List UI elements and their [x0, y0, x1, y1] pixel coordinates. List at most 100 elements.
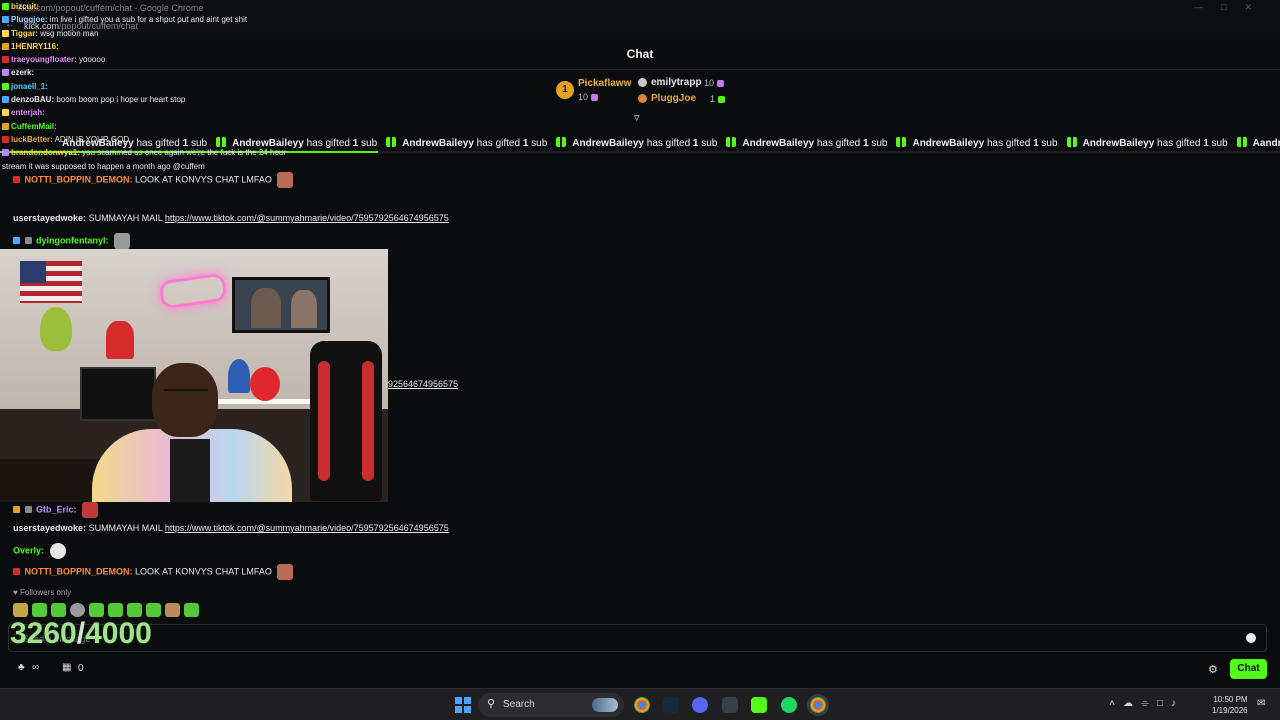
message-link[interactable]: https://www.tiktok.com/@summyahmarie/vid…: [165, 523, 449, 533]
app-icon[interactable]: [722, 697, 738, 713]
overlay-chat-row: denzoBAU: boom boom pop i hope ur heart …: [2, 93, 302, 106]
badge-icon: [2, 149, 9, 157]
message-username[interactable]: NOTTI_BOPPIN_DEMON:: [25, 174, 133, 184]
send-chat-button[interactable]: Chat: [1230, 659, 1267, 679]
overlay-text: ADIN IS YOUR GOD: [52, 134, 130, 144]
quick-emote-bar[interactable]: [13, 603, 199, 617]
ticker-username[interactable]: AndrewBaileyy: [742, 138, 814, 149]
emote-icon: [114, 233, 131, 249]
ticker-username[interactable]: AndrewBaileyy: [572, 138, 644, 149]
chat-message: userstayedwoke: SUMMAYAH MAIL https://ww…: [13, 213, 449, 223]
overlay-username: denzoBAU:: [11, 95, 55, 105]
leader-first-name[interactable]: Pickaflaww: [578, 78, 631, 89]
leader-third[interactable]: PluggJoe: [638, 93, 696, 104]
discord-icon[interactable]: [692, 697, 708, 713]
ticker-gift-item: AndrewBaileyy has gifted 1 sub: [1066, 137, 1228, 149]
overlay-username: ezerk:: [11, 68, 35, 78]
leader-second-name: emilytrapp: [651, 77, 702, 88]
ticker-count: 1: [863, 138, 869, 149]
overlay-chat-row: enterjah:: [2, 106, 302, 119]
message-username[interactable]: NOTTI_BOPPIN_DEMON:: [25, 566, 133, 576]
gem-icon: [717, 80, 725, 88]
ticker-username[interactable]: Aandre: [1253, 138, 1280, 149]
gem-icon: [718, 96, 726, 104]
chat-message: dyingonfentanyl:: [13, 233, 131, 249]
emoji-picker-icon[interactable]: [1246, 633, 1256, 643]
chat-message: Overly:: [13, 543, 66, 559]
overlay-chat-row: CuffemMail:: [2, 120, 302, 133]
badge-icon: [2, 109, 9, 117]
badge-icon: [2, 29, 9, 37]
emote-icon: [82, 502, 99, 518]
spotify-icon[interactable]: [781, 697, 797, 713]
message-username[interactable]: userstayedwoke:: [13, 523, 86, 533]
points-count: 0: [78, 663, 84, 674]
badge-icon: [2, 96, 9, 104]
og-badge-icon: [24, 506, 32, 514]
message-link[interactable]: 92564674956575: [388, 379, 458, 389]
taskbar-search[interactable]: ⚲ Search: [478, 693, 624, 717]
emote-icon[interactable]: [89, 603, 104, 617]
emote-icon[interactable]: [165, 603, 180, 617]
gift-icon: [556, 137, 567, 147]
gift-leaderboard: 1 Pickaflaww 10 emilytrapp 10 PluggJoe 1: [556, 75, 736, 107]
gift-icon: [386, 137, 397, 147]
message-text: LOOK AT KONVYS CHAT LMFAO: [135, 566, 272, 577]
emote-icon[interactable]: [146, 603, 161, 617]
badge-icon: [2, 82, 9, 90]
chat-title: Chat: [626, 46, 654, 61]
emote-icon[interactable]: [108, 603, 123, 617]
chrome-active-icon[interactable]: [810, 697, 826, 713]
emote-icon[interactable]: [51, 603, 66, 617]
system-tray[interactable]: ˄☁⌯□♪: [1109, 698, 1184, 709]
ticker-gift-item: AndrewBaileyy has gifted 1 sub: [726, 137, 887, 149]
emote-icon[interactable]: [70, 603, 85, 617]
overlay-username: Pluggjoe:: [11, 15, 48, 25]
chat-message: NOTTI_BOPPIN_DEMON: LOOK AT KONVYS CHAT …: [13, 172, 294, 188]
collapse-leaderboard-icon[interactable]: ▿: [634, 111, 640, 124]
gem-icon: [591, 94, 599, 102]
emote-icon[interactable]: [32, 603, 47, 617]
gift-box-icon[interactable]: ▦: [62, 662, 71, 673]
overlay-chat-row: ezerk:: [2, 66, 302, 79]
ticker-username[interactable]: AndrewBaileyy: [912, 138, 984, 149]
gift-icon: [1236, 137, 1247, 147]
ticker-username[interactable]: AndrewBaileyy: [1083, 138, 1155, 149]
message-link[interactable]: https://www.tiktok.com/@summyahmarie/vid…: [165, 213, 449, 223]
overlay-text: wsg motion man: [37, 28, 99, 38]
leader-second[interactable]: emilytrapp: [638, 77, 702, 88]
steam-icon[interactable]: [663, 697, 679, 713]
notification-bell-icon[interactable]: ✉: [1257, 698, 1265, 709]
message-username[interactable]: dyingonfentanyl:: [36, 235, 109, 245]
message-username[interactable]: Overly:: [13, 545, 44, 555]
og-badge-icon: [24, 237, 32, 245]
message-username[interactable]: userstayedwoke:: [13, 213, 86, 223]
chat-input[interactable]: Send a message: [8, 624, 1267, 652]
infinity-icon[interactable]: ∞: [32, 662, 39, 673]
overlay-text: yooooo: [76, 55, 106, 65]
chat-message: userstayedwoke: SUMMAYAH MAIL https://ww…: [13, 523, 449, 533]
crown-badge-icon: [13, 506, 20, 514]
ticker-username[interactable]: AndrewBaileyy: [402, 138, 474, 149]
overlay-chat-row: Tiggar: wsg motion man: [2, 27, 302, 40]
overlay-username: jonaell_1:: [11, 81, 48, 91]
taskbar-clock[interactable]: 10:50 PM 1/19/2026: [1212, 694, 1248, 716]
window-controls[interactable]: —□✕: [1194, 2, 1270, 13]
leader-third-name: PluggJoe: [651, 93, 697, 104]
overlay-username: 1HENRY116:: [11, 41, 59, 51]
message-username[interactable]: Gtb_Eric:: [36, 504, 77, 514]
ticker-gift-item: AndrewBaileyy has gifted 1 sub: [386, 137, 547, 149]
emote-icon[interactable]: [184, 603, 199, 617]
subscriber-badge-icon: [13, 568, 20, 576]
kick-icon[interactable]: [751, 697, 767, 713]
emote-icon[interactable]: [127, 603, 142, 617]
windows-taskbar: ⚲ Search ˄☁⌯□♪ 10:50 PM 1/19/2026 ✉: [0, 688, 1280, 720]
emote-icon[interactable]: [13, 603, 28, 617]
users-icon[interactable]: ♣: [18, 662, 25, 673]
windows-start-icon[interactable]: [455, 697, 471, 713]
ticker-count: 1: [692, 138, 699, 149]
settings-gear-icon[interactable]: ⚙: [1208, 663, 1218, 676]
badge-icon: [2, 16, 9, 24]
gift-icon: [896, 137, 907, 147]
chrome-icon[interactable]: [634, 697, 650, 713]
